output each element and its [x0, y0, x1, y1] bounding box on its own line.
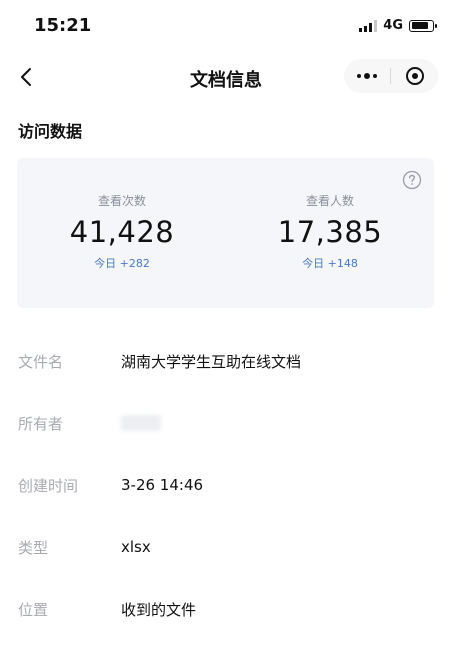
miniprogram-capsule	[344, 59, 438, 93]
info-label: 所有者	[18, 414, 64, 433]
info-row-location: 位置 收到的文件	[18, 578, 434, 640]
info-row-filename: 文件名 湖南大学学生互助在线文档	[18, 330, 434, 392]
stat-views-value: 41,428	[69, 215, 175, 249]
info-value: xlsx	[121, 538, 151, 556]
more-icon	[357, 73, 377, 79]
nav-bar: 文档信息	[0, 52, 452, 102]
stat-views: 查看次数 41,428 今日 +282	[22, 158, 222, 271]
status-indicators: 4G	[359, 18, 437, 33]
info-row-created: 创建时间 3-26 14:46	[18, 454, 434, 516]
stat-views-label: 查看次数	[97, 194, 146, 208]
status-time: 15:21	[34, 15, 92, 36]
battery-icon	[409, 19, 437, 32]
more-button[interactable]	[344, 59, 390, 93]
target-close-icon	[405, 67, 424, 85]
info-row-owner: 所有者	[18, 392, 434, 454]
section-title-visit-data: 访问数据	[18, 122, 83, 141]
stat-visitors-today: 今日 +148	[302, 257, 358, 270]
stat-visitors-label: 查看人数	[305, 194, 354, 208]
stats-card: 查看次数 41,428 今日 +282 查看人数 17,385 今日 +148	[17, 158, 434, 308]
stat-visitors-value: 17,385	[277, 215, 383, 249]
info-row-type: 类型 xlsx	[18, 516, 434, 578]
info-value: 收到的文件	[121, 600, 197, 619]
owner-redacted	[121, 415, 161, 431]
stat-visitors: 查看人数 17,385 今日 +148	[230, 158, 430, 271]
file-info-list: 文件名 湖南大学学生互助在线文档 所有者 创建时间 3-26 14:46 类型 …	[18, 330, 434, 640]
info-label: 文件名	[18, 352, 64, 371]
signal-icon	[359, 19, 378, 32]
stat-views-today: 今日 +282	[94, 257, 150, 270]
network-type: 4G	[383, 18, 403, 33]
status-bar: 15:21 4G	[0, 0, 452, 52]
close-miniprogram-button[interactable]	[391, 59, 438, 93]
info-value: 湖南大学学生互助在线文档	[121, 352, 302, 371]
info-value: 3-26 14:46	[121, 476, 204, 494]
info-label: 创建时间	[18, 476, 79, 495]
info-label: 类型	[18, 538, 49, 557]
info-label: 位置	[18, 600, 49, 619]
